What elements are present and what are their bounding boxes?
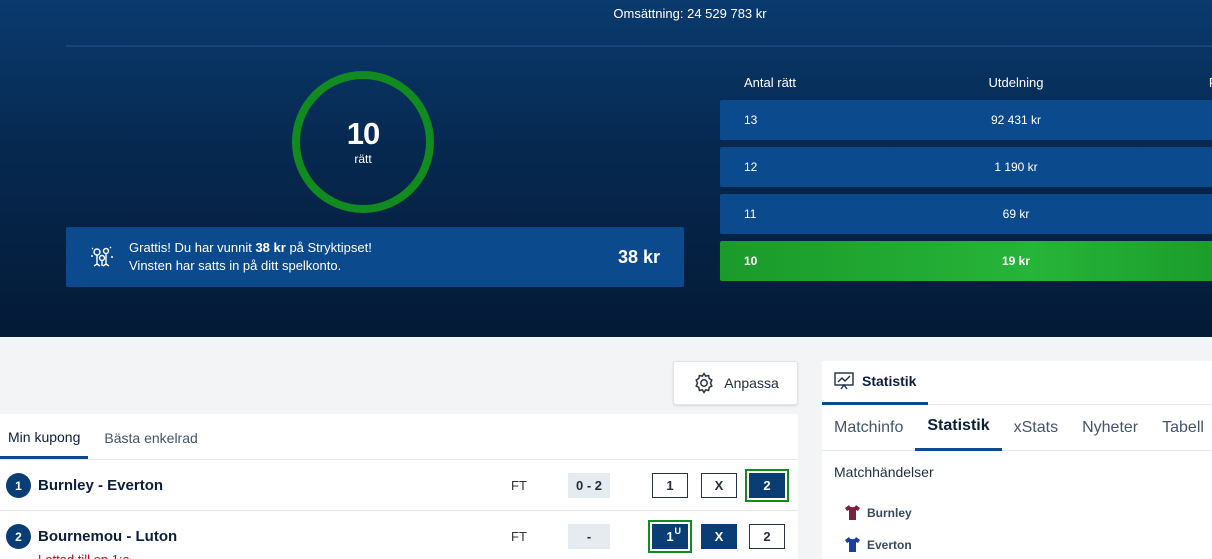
team-name: Everton [867,537,912,552]
sign-2-button[interactable]: 2 [745,469,789,502]
payout-header-payout: Utdelning [988,74,1044,90]
coupon-tabs: Min kupong Bästa enkelrad [0,414,798,460]
sign-x-button[interactable]: X [701,524,737,549]
customize-label: Anpassa [724,375,779,391]
payout-count: 2 [1144,207,1212,221]
tab-nyheter[interactable]: Nyheter [1070,405,1150,451]
sign-label: 1 [666,529,674,544]
match-row: 1 Burnley - Everton FT 0 - 2 1 X 2 [0,460,798,511]
customize-button[interactable]: Anpassa [673,361,798,405]
match-list: 1 Burnley - Everton FT 0 - 2 1 X 2 2 Bournemou -… [0,460,798,559]
celebration-icon [91,246,113,267]
correct-count-ring: 10 rätt [292,71,434,213]
win-line1-pre: Grattis! Du har vunnit [129,240,256,255]
payout-correct: 11 [744,207,757,221]
payout-table: Antal rätt Utdelning Rätta 13 92 431 kr 12… [720,72,1212,281]
sign-2-button[interactable]: 2 [749,524,785,549]
sign-label: 2 [763,529,771,544]
match-name[interactable]: Bournemou - Luton [38,528,177,545]
sign-label: X [714,478,724,493]
stats-panel: Statistik Matchinfo Statistik xStats Nyh… [822,361,1212,559]
payout-amount: 19 kr [1001,254,1031,268]
tab-tabell[interactable]: Tabell [1150,405,1212,451]
payout-count: 20 [1144,254,1212,268]
gear-icon [695,372,714,394]
payout-correct: 12 [744,160,758,174]
match-row: 2 Bournemou - Luton FT - 1U X 2 Lottad till en … [0,511,798,559]
team-legend-item: Everton [844,536,1212,553]
team-name: Burnley [867,505,912,520]
match-events-title: Matchhändelser [834,464,934,480]
match-number: 1 [6,473,31,498]
match-score: 0 - 2 [568,473,610,498]
stats-tabs: Matchinfo Statistik xStats Nyheter Tabel… [822,405,1212,451]
payout-row: 13 92 431 kr [720,100,1212,140]
tab-min-kupong[interactable]: Min kupong [0,429,89,459]
payout-rows: 13 92 431 kr 12 1 190 kr 11 69 kr 2 10 19 kr 20 [720,100,1212,281]
payout-correct: 13 [744,113,758,127]
sign-label: X [714,529,724,544]
sign-1-button[interactable]: 1 [652,473,688,498]
payout-amount: 1 190 kr [994,160,1038,174]
correct-count-label: rätt [354,151,372,166]
team-legend: Burnley Everton [822,504,1212,553]
payout-row: 11 69 kr 2 [720,194,1212,234]
stats-title: Statistik [862,373,917,389]
u-mark: U [674,526,682,536]
coupon-panel: Min kupong Bästa enkelrad 1 Burnley - Eve… [0,414,798,559]
payout-correct: 10 [744,254,758,268]
shirt-icon [845,505,860,520]
shirt-icon [845,537,860,552]
win-line1-post: på Stryktipset! [285,240,372,255]
payout-amount: 69 kr [1002,207,1030,221]
hero-divider [66,45,1212,47]
tab-matchinfo[interactable]: Matchinfo [822,405,915,451]
win-line2: Vinsten har satts in på ditt spelkonto. [129,258,342,273]
payout-header: Antal rätt Utdelning Rätta [720,72,1212,92]
correct-count: 10 [346,115,380,151]
stats-header-tab[interactable]: Statistik [822,361,929,405]
payout-row: 10 19 kr 20 [720,241,1212,281]
stats-header: Statistik [822,361,1212,405]
sign-label: 1 [666,478,674,493]
tab-xstats[interactable]: xStats [1002,405,1070,451]
win-banner: Grattis! Du har vunnit 38 kr på Stryktip… [66,227,684,287]
win-amount: 38 kr [617,246,660,267]
payout-header-correct: Antal rätt [744,74,797,90]
match-score: - [568,524,610,549]
win-line1-amount: 38 kr [255,240,286,255]
payout-row: 12 1 190 kr [720,147,1212,187]
match-number: 2 [6,524,31,549]
team-legend-item: Burnley [844,504,1212,521]
match-status: FT [511,529,527,544]
tab-statistik[interactable]: Statistik [915,405,1002,451]
turnover-text: Omsättning: 24 529 783 kr [613,6,767,21]
lottery-note: Lottad till en 1:a [38,552,130,559]
match-status: FT [511,478,527,493]
chart-board-icon [834,372,854,390]
results-hero: Omsättning: 24 529 783 kr 10 rätt Gratti… [0,0,1212,337]
sign-label: 2 [763,478,771,493]
sign-1-button[interactable]: 1U [648,520,692,553]
match-name[interactable]: Burnley - Everton [38,477,163,494]
payout-header-count: Rätta [1144,75,1212,90]
payout-amount: 92 431 kr [990,113,1042,127]
sign-x-button[interactable]: X [701,473,737,498]
tab-basta-enkelrad[interactable]: Bästa enkelrad [96,430,205,459]
win-message: Grattis! Du har vunnit 38 kr på Stryktip… [129,239,618,275]
